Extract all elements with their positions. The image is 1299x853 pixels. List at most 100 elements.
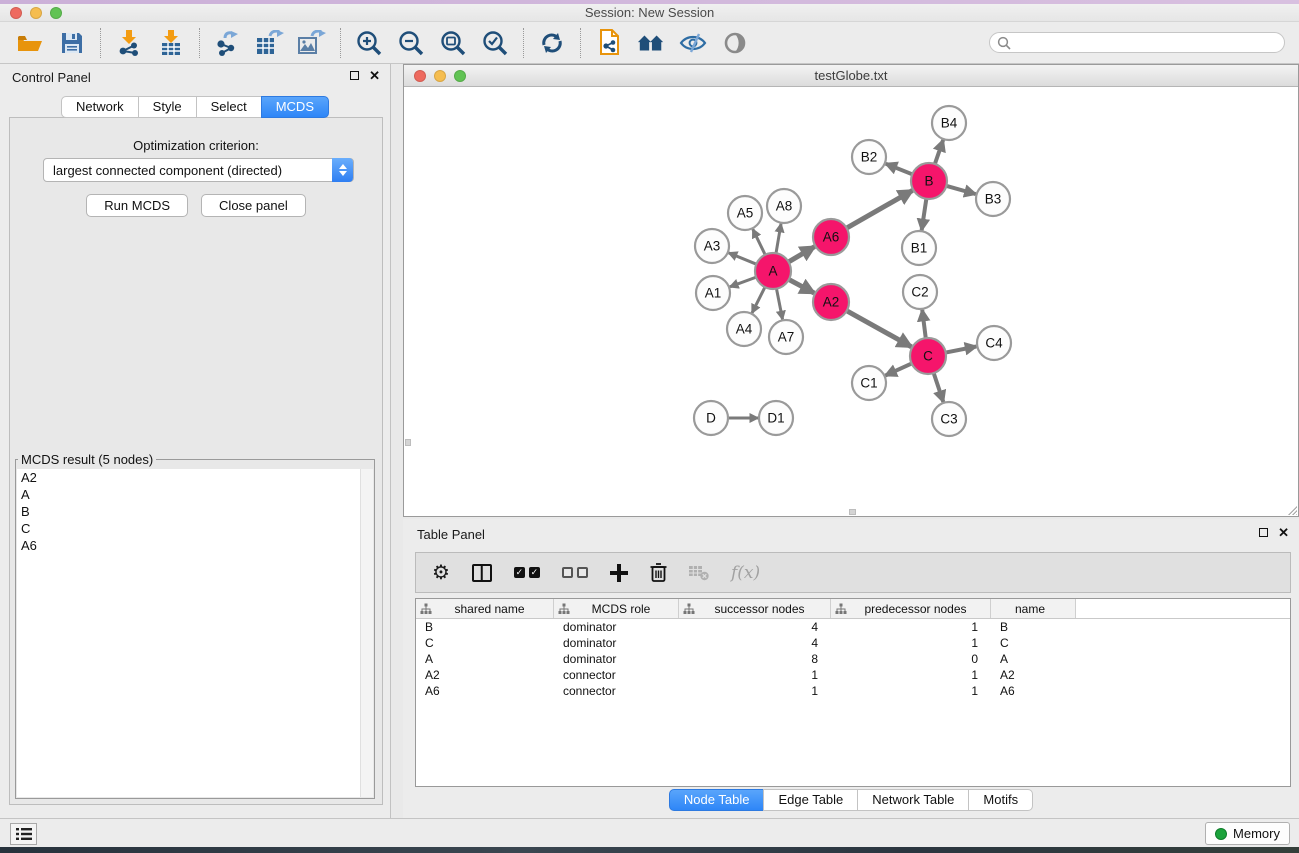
- edge-B-B1[interactable]: [922, 197, 927, 230]
- node-A[interactable]: A: [755, 253, 791, 289]
- node-B3[interactable]: B3: [976, 182, 1010, 216]
- tab-network-table[interactable]: Network Table: [857, 789, 969, 811]
- edge-A-A2[interactable]: [787, 279, 814, 294]
- node-C3[interactable]: C3: [932, 402, 966, 436]
- edge-A2-C[interactable]: [845, 310, 911, 347]
- network-graph[interactable]: AA1A2A3A4A5A6A7A8BB1B2B3B4CC1C2C3C4DD1: [404, 87, 1298, 516]
- column-header-MCDS-role[interactable]: MCDS role: [554, 599, 679, 618]
- tab-style[interactable]: Style: [138, 96, 197, 118]
- edge-B-B4[interactable]: [934, 140, 943, 166]
- node-B[interactable]: B: [911, 163, 947, 199]
- table-row[interactable]: Adominator80A: [416, 651, 1290, 667]
- cell-name[interactable]: A: [991, 652, 1076, 666]
- home-icon[interactable]: [637, 29, 665, 57]
- open-session-icon[interactable]: [16, 29, 44, 57]
- node-table[interactable]: shared nameMCDS rolesuccessor nodesprede…: [415, 598, 1291, 787]
- cell-MCDS-role[interactable]: connector: [554, 684, 679, 698]
- cell-shared-name[interactable]: C: [416, 636, 554, 650]
- delete-column-icon[interactable]: [650, 563, 667, 582]
- show-graphics-details-icon[interactable]: [721, 29, 749, 57]
- cell-shared-name[interactable]: B: [416, 620, 554, 634]
- node-B2[interactable]: B2: [852, 140, 886, 174]
- result-list-scrollbar[interactable]: [360, 469, 373, 797]
- cell-successor-nodes[interactable]: 1: [679, 684, 831, 698]
- export-image-icon[interactable]: [298, 29, 326, 57]
- select-all-checkboxes-icon[interactable]: ✓✓: [514, 567, 540, 578]
- node-A3[interactable]: A3: [695, 229, 729, 263]
- canvas-bottom-scroll-nub[interactable]: [849, 509, 856, 515]
- cell-predecessor-nodes[interactable]: 1: [831, 636, 991, 650]
- cell-predecessor-nodes[interactable]: 0: [831, 652, 991, 666]
- export-network-icon[interactable]: [214, 29, 242, 57]
- node-D[interactable]: D: [694, 401, 728, 435]
- cell-predecessor-nodes[interactable]: 1: [831, 668, 991, 682]
- node-A4[interactable]: A4: [727, 312, 761, 346]
- deselect-all-checkboxes-icon[interactable]: [562, 567, 588, 578]
- cell-MCDS-role[interactable]: connector: [554, 668, 679, 682]
- tab-network[interactable]: Network: [61, 96, 139, 118]
- import-network-icon[interactable]: [115, 29, 143, 57]
- mcds-result-item[interactable]: A2: [17, 469, 373, 486]
- float-panel-icon[interactable]: [350, 71, 359, 80]
- run-mcds-button[interactable]: Run MCDS: [86, 194, 188, 217]
- task-history-button[interactable]: [10, 823, 37, 845]
- edge-A-A1[interactable]: [730, 277, 758, 287]
- node-A2[interactable]: A2: [813, 284, 849, 320]
- zoom-selected-icon[interactable]: [481, 29, 509, 57]
- zoom-out-icon[interactable]: [397, 29, 425, 57]
- cell-successor-nodes[interactable]: 8: [679, 652, 831, 666]
- mcds-result-item[interactable]: A: [17, 486, 373, 503]
- cell-successor-nodes[interactable]: 1: [679, 668, 831, 682]
- tab-mcds[interactable]: MCDS: [261, 96, 329, 118]
- cell-MCDS-role[interactable]: dominator: [554, 620, 679, 634]
- cell-name[interactable]: B: [991, 620, 1076, 634]
- cell-predecessor-nodes[interactable]: 1: [831, 684, 991, 698]
- node-C1[interactable]: C1: [852, 366, 886, 400]
- edge-C-C1[interactable]: [885, 363, 913, 376]
- close-panel-icon[interactable]: ✕: [369, 70, 380, 81]
- canvas-left-scroll-nub[interactable]: [405, 439, 411, 446]
- cell-shared-name[interactable]: A6: [416, 684, 554, 698]
- criterion-dropdown[interactable]: largest connected component (directed): [43, 158, 354, 182]
- hide-selected-icon[interactable]: [679, 29, 707, 57]
- cell-name[interactable]: A6: [991, 684, 1076, 698]
- node-A6[interactable]: A6: [813, 219, 849, 255]
- edge-A6-B[interactable]: [845, 190, 913, 229]
- edge-B-B3[interactable]: [944, 185, 975, 194]
- mcds-result-item[interactable]: B: [17, 503, 373, 520]
- node-A1[interactable]: A1: [696, 276, 730, 310]
- node-B4[interactable]: B4: [932, 106, 966, 140]
- mcds-result-item[interactable]: A6: [17, 537, 373, 554]
- edge-A-A4[interactable]: [752, 285, 766, 313]
- cell-MCDS-role[interactable]: dominator: [554, 652, 679, 666]
- edge-A-A5[interactable]: [753, 229, 766, 256]
- node-A7[interactable]: A7: [769, 320, 803, 354]
- edge-C-C2[interactable]: [922, 310, 926, 340]
- split-columns-icon[interactable]: [472, 564, 492, 582]
- column-header-predecessor-nodes[interactable]: predecessor nodes: [831, 599, 991, 618]
- cell-shared-name[interactable]: A: [416, 652, 554, 666]
- network-from-file-icon[interactable]: [595, 29, 623, 57]
- cell-predecessor-nodes[interactable]: 1: [831, 620, 991, 634]
- zoom-fit-icon[interactable]: [439, 29, 467, 57]
- table-row[interactable]: Bdominator41B: [416, 619, 1290, 635]
- node-C2[interactable]: C2: [903, 275, 937, 309]
- tab-select[interactable]: Select: [196, 96, 262, 118]
- edge-C-C4[interactable]: [944, 346, 977, 352]
- edge-C-C3[interactable]: [933, 371, 943, 402]
- window-resize-grip[interactable]: [1284, 502, 1297, 515]
- column-header-successor-nodes[interactable]: successor nodes: [679, 599, 831, 618]
- node-A8[interactable]: A8: [767, 189, 801, 223]
- network-canvas[interactable]: AA1A2A3A4A5A6A7A8BB1B2B3B4CC1C2C3C4DD1: [404, 87, 1298, 516]
- table-row[interactable]: A6connector11A6: [416, 683, 1290, 699]
- zoom-in-icon[interactable]: [355, 29, 383, 57]
- column-header-shared-name[interactable]: shared name: [416, 599, 554, 618]
- float-table-panel-icon[interactable]: [1259, 528, 1268, 537]
- edge-A-A6[interactable]: [787, 247, 815, 263]
- tab-motifs[interactable]: Motifs: [968, 789, 1033, 811]
- column-header-name[interactable]: name: [991, 599, 1076, 618]
- save-session-icon[interactable]: [58, 29, 86, 57]
- node-A5[interactable]: A5: [728, 196, 762, 230]
- cell-name[interactable]: C: [991, 636, 1076, 650]
- mcds-result-item[interactable]: C: [17, 520, 373, 537]
